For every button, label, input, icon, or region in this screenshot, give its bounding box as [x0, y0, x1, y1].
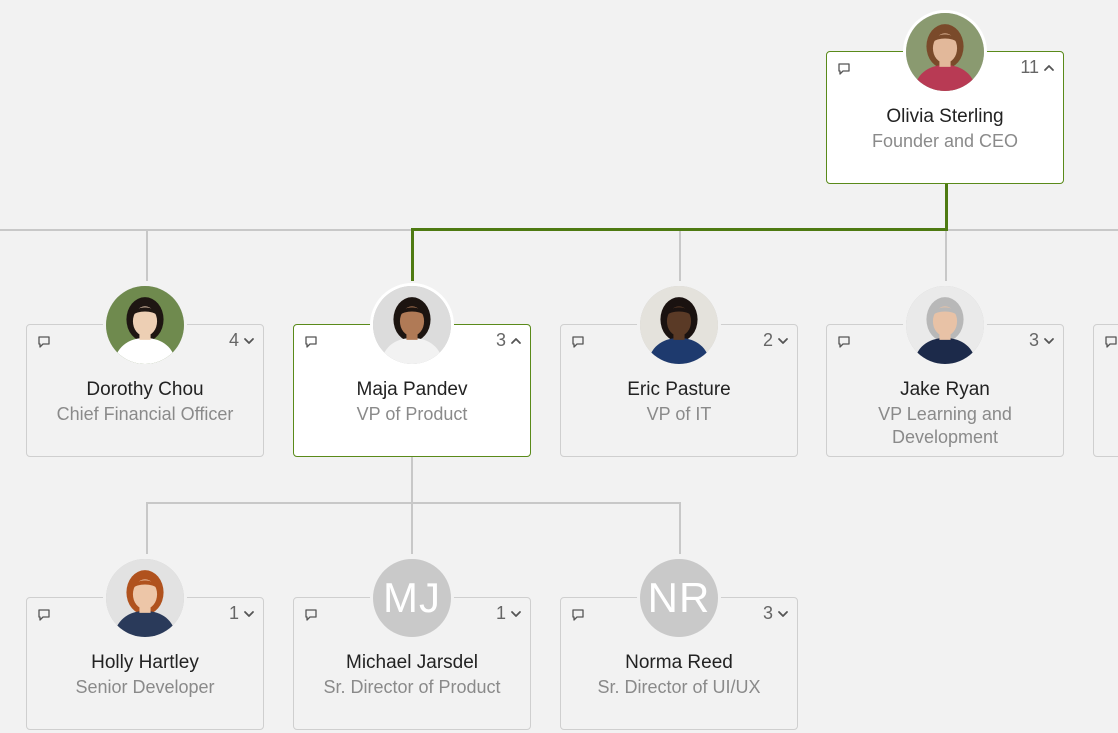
comment-icon[interactable]: [837, 62, 851, 76]
chevron-down-icon: [777, 608, 789, 620]
org-node-card[interactable]: 2 Eric Pasture VP of IT: [560, 283, 798, 457]
avatar-initials: MJ: [383, 574, 441, 621]
comment-icon[interactable]: [304, 335, 318, 349]
person-title: VP of IT: [646, 404, 712, 424]
chevron-down-icon: [777, 335, 789, 347]
comment-icon[interactable]: [304, 608, 318, 622]
connector-line: [679, 502, 681, 554]
active-connector-line: [945, 183, 948, 231]
chevron-down-icon: [510, 608, 522, 620]
connector-line: [146, 231, 148, 281]
active-connector-line: [411, 228, 414, 281]
reports-count: 3: [762, 603, 773, 623]
connector-line: [411, 457, 413, 503]
reports-count: 2: [762, 330, 773, 350]
chevron-down-icon: [243, 608, 255, 620]
avatar[interactable]: [370, 283, 454, 367]
reports-count: 3: [495, 330, 506, 350]
org-node-card-partial[interactable]: [1093, 324, 1118, 457]
comment-icon[interactable]: [37, 335, 51, 349]
comment-icon[interactable]: [1104, 335, 1118, 349]
avatar[interactable]: NR: [637, 556, 721, 640]
reports-count-toggle[interactable]: 3: [496, 330, 522, 351]
connector-line: [0, 229, 413, 231]
reports-count-toggle[interactable]: 3: [1029, 330, 1055, 351]
connector-line: [947, 229, 1118, 231]
person-name: Maja Pandev: [356, 379, 468, 400]
person-title: Founder and CEO: [871, 131, 1019, 151]
reports-count-toggle[interactable]: 2: [763, 330, 789, 351]
avatar[interactable]: [103, 556, 187, 640]
reports-count-toggle[interactable]: 3: [763, 603, 789, 624]
person-title: VP Learning and Development: [878, 404, 1012, 447]
person-title: Senior Developer: [75, 677, 215, 697]
org-node-card[interactable]: NR 3 Norma Reed Sr. Director of UI/UX: [560, 556, 798, 730]
person-title: Sr. Director of Product: [323, 677, 501, 697]
person-title: Sr. Director of UI/UX: [597, 677, 761, 697]
person-name: Olivia Sterling: [886, 106, 1004, 127]
org-node-card[interactable]: 4 Dorothy Chou Chief Financial Officer: [26, 283, 264, 457]
reports-count-toggle[interactable]: 11: [1020, 57, 1055, 78]
reports-count: 11: [1020, 57, 1039, 77]
avatar[interactable]: [903, 10, 987, 94]
reports-count: 1: [495, 603, 506, 623]
avatar[interactable]: [903, 283, 987, 367]
person-title: Chief Financial Officer: [56, 404, 234, 424]
chevron-up-icon: [1043, 62, 1055, 74]
avatar[interactable]: MJ: [370, 556, 454, 640]
person-name: Dorothy Chou: [86, 379, 204, 400]
org-node-card[interactable]: MJ 1 Michael Jarsdel Sr. Director of Pro…: [293, 556, 531, 730]
org-node-card[interactable]: 3 Jake Ryan VP Learning and Development: [826, 283, 1064, 457]
comment-icon[interactable]: [571, 608, 585, 622]
comment-icon[interactable]: [571, 335, 585, 349]
avatar[interactable]: [637, 283, 721, 367]
active-connector-line: [411, 228, 948, 231]
org-chart-canvas[interactable]: 11 Olivia Sterling Founder and CEO 4 Dor…: [0, 0, 1118, 733]
org-node-card[interactable]: 11 Olivia Sterling Founder and CEO: [826, 10, 1064, 184]
chevron-up-icon: [510, 335, 522, 347]
reports-count: 1: [228, 603, 239, 623]
reports-count: 4: [228, 330, 239, 350]
reports-count-toggle[interactable]: 4: [229, 330, 255, 351]
person-name: Eric Pasture: [627, 379, 731, 400]
person-name: Holly Hartley: [91, 652, 199, 673]
connector-line: [146, 502, 148, 554]
person-name: Michael Jarsdel: [346, 652, 478, 673]
avatar[interactable]: [103, 283, 187, 367]
person-name: Jake Ryan: [900, 379, 990, 400]
avatar-initials: NR: [647, 574, 711, 621]
person-name: Norma Reed: [625, 652, 733, 673]
reports-count-toggle[interactable]: 1: [229, 603, 255, 624]
connector-line: [679, 231, 681, 281]
connector-line: [945, 231, 947, 281]
chevron-down-icon: [1043, 335, 1055, 347]
reports-count-toggle[interactable]: 1: [496, 603, 522, 624]
comment-icon[interactable]: [837, 335, 851, 349]
connector-line: [146, 502, 680, 504]
comment-icon[interactable]: [37, 608, 51, 622]
org-node-card[interactable]: 1 Holly Hartley Senior Developer: [26, 556, 264, 730]
reports-count: 3: [1028, 330, 1039, 350]
org-node-card[interactable]: 3 Maja Pandev VP of Product: [293, 283, 531, 457]
connector-line: [411, 502, 413, 554]
person-title: VP of Product: [356, 404, 468, 424]
chevron-down-icon: [243, 335, 255, 347]
